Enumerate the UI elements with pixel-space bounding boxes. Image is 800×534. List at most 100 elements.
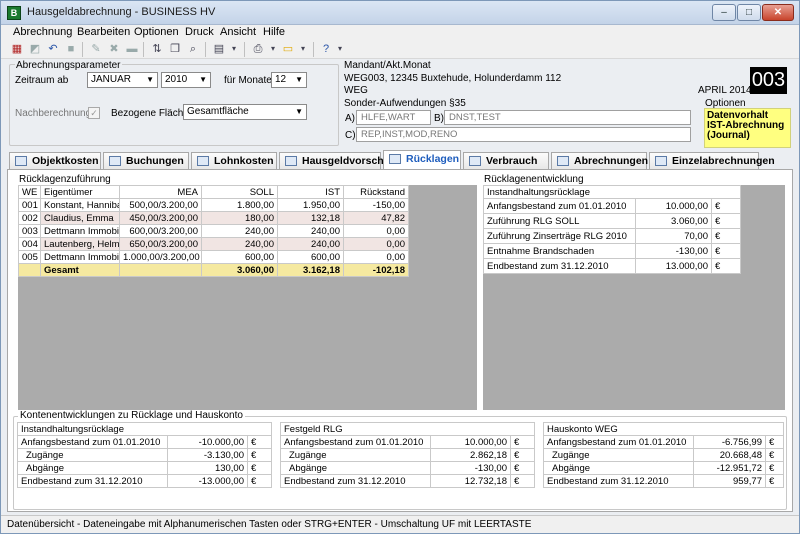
position-cell[interactable]: Zuführung RLG SOLL [483, 213, 636, 229]
eigentuemer-cell[interactable]: Dettmann Immobilien [40, 224, 120, 238]
table-view-icon[interactable]: ▤ [212, 42, 226, 56]
tab-ruecklagen[interactable]: Rücklagen [383, 150, 461, 171]
table-row[interactable]: 003Dettmann Immobilien600,00/3.200,00240… [18, 224, 409, 238]
amount-cell[interactable]: -12.951,72 [693, 461, 766, 475]
menu-bearbeiten[interactable]: Bearbeiten [77, 26, 130, 38]
position-cell[interactable]: Endbestand zum 31.12.2010 [17, 474, 168, 488]
table-row[interactable]: Abgänge -130,00 € [280, 461, 535, 475]
col-we[interactable]: WE [18, 185, 41, 199]
nachberechnung-checkbox[interactable]: ✓ [88, 107, 100, 119]
position-cell[interactable]: Anfangsbestand zum 01.01.2010 [543, 435, 694, 449]
currency-cell[interactable]: € [710, 258, 742, 274]
position-cell[interactable]: Zuführung Zinserträge RLG 2010 [483, 228, 636, 244]
find-icon[interactable]: ⌕ [186, 42, 200, 56]
menu-druck[interactable]: Druck [185, 26, 214, 38]
position-cell[interactable]: Zugänge [543, 448, 694, 462]
table-row[interactable]: Endbestand zum 31.12.2010 959,77 € [543, 474, 785, 488]
rueckstand-cell[interactable]: 0,00 [343, 250, 409, 264]
table-row[interactable]: Entnahme Brandschaden -130,00 € [483, 243, 742, 259]
tab-verbrauch[interactable]: Verbrauch [463, 152, 549, 170]
flaeche-select[interactable]: Gesamtfläche ▼ [183, 104, 307, 120]
amount-cell[interactable]: 10.000,00 [430, 435, 511, 449]
soll-cell[interactable]: 600,00 [201, 250, 278, 264]
tab-abrechnungen[interactable]: Abrechnungen [551, 152, 648, 170]
soll-cell[interactable]: 1.800,00 [201, 198, 278, 212]
mea-cell[interactable]: 1.000,00/3.200,00 [119, 250, 202, 264]
delete-icon[interactable]: ✖ [107, 42, 121, 56]
open-icon[interactable]: ◩ [28, 42, 42, 56]
ist-cell[interactable]: 240,00 [277, 224, 344, 238]
table-row[interactable]: Anfangsbestand zum 01.01.2010 10.000,00 € [280, 435, 535, 449]
table-row[interactable]: 002 Claudius, Emma 450,00/3.200,00 180,00 13… [18, 211, 409, 225]
menu-optionen[interactable]: Optionen [134, 26, 179, 38]
table-row[interactable]: 005Dettmann Immobilien1.000,00/3.200,006… [18, 250, 409, 264]
table-row[interactable]: Zugänge -3.130,00 € [17, 448, 273, 462]
position-cell[interactable]: Anfangsbestand zum 01.01.2010 [280, 435, 431, 449]
eigentuemer-cell[interactable]: Lautenberg, Helmut [40, 237, 120, 251]
position-cell[interactable]: Entnahme Brandschaden [483, 243, 636, 259]
zufuehrung-table[interactable]: WE Eigentümer MEA SOLL IST Rückstand 001… [18, 185, 409, 277]
currency-cell[interactable]: € [764, 448, 785, 462]
maximize-button[interactable]: □ [737, 4, 761, 21]
currency-cell[interactable]: € [510, 461, 535, 475]
chevron-down-icon[interactable]: ▾ [266, 42, 280, 56]
amount-cell[interactable]: -6.756,99 [693, 435, 766, 449]
currency-cell[interactable]: € [510, 474, 535, 488]
amount-cell[interactable]: 12.732,18 [430, 474, 511, 488]
eigentuemer-cell[interactable]: Dettmann Immobilien [40, 250, 120, 264]
sort-icon[interactable]: ⇅ [150, 42, 164, 56]
col-mea[interactable]: MEA [119, 185, 202, 199]
eigentuemer-cell[interactable]: Claudius, Emma [40, 211, 120, 225]
amount-cell[interactable]: -13.000,00 [167, 474, 248, 488]
sonder-b-input[interactable]: DNST,TEST [444, 110, 691, 125]
ist-cell[interactable]: 1.950,00 [277, 198, 344, 212]
currency-cell[interactable]: € [510, 448, 535, 462]
entwicklung-table[interactable]: Instandhaltungsrücklage Anfangsbestand z… [482, 185, 742, 274]
calendar-icon[interactable]: ▦ [10, 42, 24, 56]
months-select[interactable]: 12 ▼ [271, 72, 307, 88]
table-row[interactable]: Zugänge 20.668,48 € [543, 448, 785, 462]
chevron-down-icon[interactable]: ▾ [227, 42, 241, 56]
tab-buchungen[interactable]: Buchungen [103, 152, 189, 170]
year-select[interactable]: 2010 ▼ [161, 72, 211, 88]
amount-cell[interactable]: -10.000,00 [167, 435, 248, 449]
currency-cell[interactable]: € [710, 198, 742, 214]
amount-cell[interactable]: -3.130,00 [167, 448, 248, 462]
amount-cell[interactable]: -130,00 [430, 461, 511, 475]
currency-cell[interactable]: € [246, 461, 273, 475]
table-row[interactable]: Endbestand zum 31.12.2010 12.732,18 € [280, 474, 535, 488]
amount-cell[interactable]: 130,00 [167, 461, 248, 475]
help-icon[interactable]: ? [319, 42, 333, 56]
table-row[interactable]: Endbestand zum 31.12.2010 13.000,00 € [483, 258, 742, 274]
undo-icon[interactable]: ↶ [46, 42, 60, 56]
table-row[interactable]: Zugänge 2.862,18 € [280, 448, 535, 462]
sonder-c-input[interactable]: REP,INST,MOD,RENO [356, 127, 691, 142]
menu-abrechnung[interactable]: Abrechnung [13, 26, 72, 38]
position-cell[interactable]: Endbestand zum 31.12.2010 [280, 474, 431, 488]
currency-cell[interactable]: € [246, 448, 273, 462]
menu-hilfe[interactable]: Hilfe [263, 26, 285, 38]
table-row[interactable]: 004 Lautenberg, Helmut 650,00/3.200,00 240,… [18, 237, 409, 251]
we-cell[interactable]: 003 [18, 224, 41, 238]
position-cell[interactable]: Abgänge [280, 461, 431, 475]
close-button[interactable]: ✕ [762, 4, 794, 21]
currency-cell[interactable]: € [246, 435, 273, 449]
col-ist[interactable]: IST [277, 185, 344, 199]
edit-icon[interactable]: ✎ [89, 42, 103, 56]
amount-cell[interactable]: 959,77 [693, 474, 766, 488]
amount-cell[interactable]: 10.000,00 [635, 198, 712, 214]
amount-cell[interactable]: 70,00 [635, 228, 712, 244]
position-cell[interactable]: Zugänge [280, 448, 431, 462]
mea-cell[interactable]: 500,00/3.200,00 [119, 198, 202, 212]
we-cell[interactable]: 001 [18, 198, 41, 212]
tab-objektkosten[interactable]: Objektkosten [9, 152, 101, 170]
note-icon[interactable]: ▭ [281, 42, 295, 56]
mea-cell[interactable]: 450,00/3.200,00 [119, 211, 202, 225]
position-cell[interactable]: Zugänge [17, 448, 168, 462]
stop-icon[interactable]: ■ [64, 42, 78, 56]
position-cell[interactable]: Anfangsbestand zum 01.01.2010 [17, 435, 168, 449]
col-soll[interactable]: SOLL [201, 185, 278, 199]
comment-icon[interactable]: ▬ [125, 42, 139, 56]
we-cell[interactable]: 004 [18, 237, 41, 251]
amount-cell[interactable]: 13.000,00 [635, 258, 712, 274]
